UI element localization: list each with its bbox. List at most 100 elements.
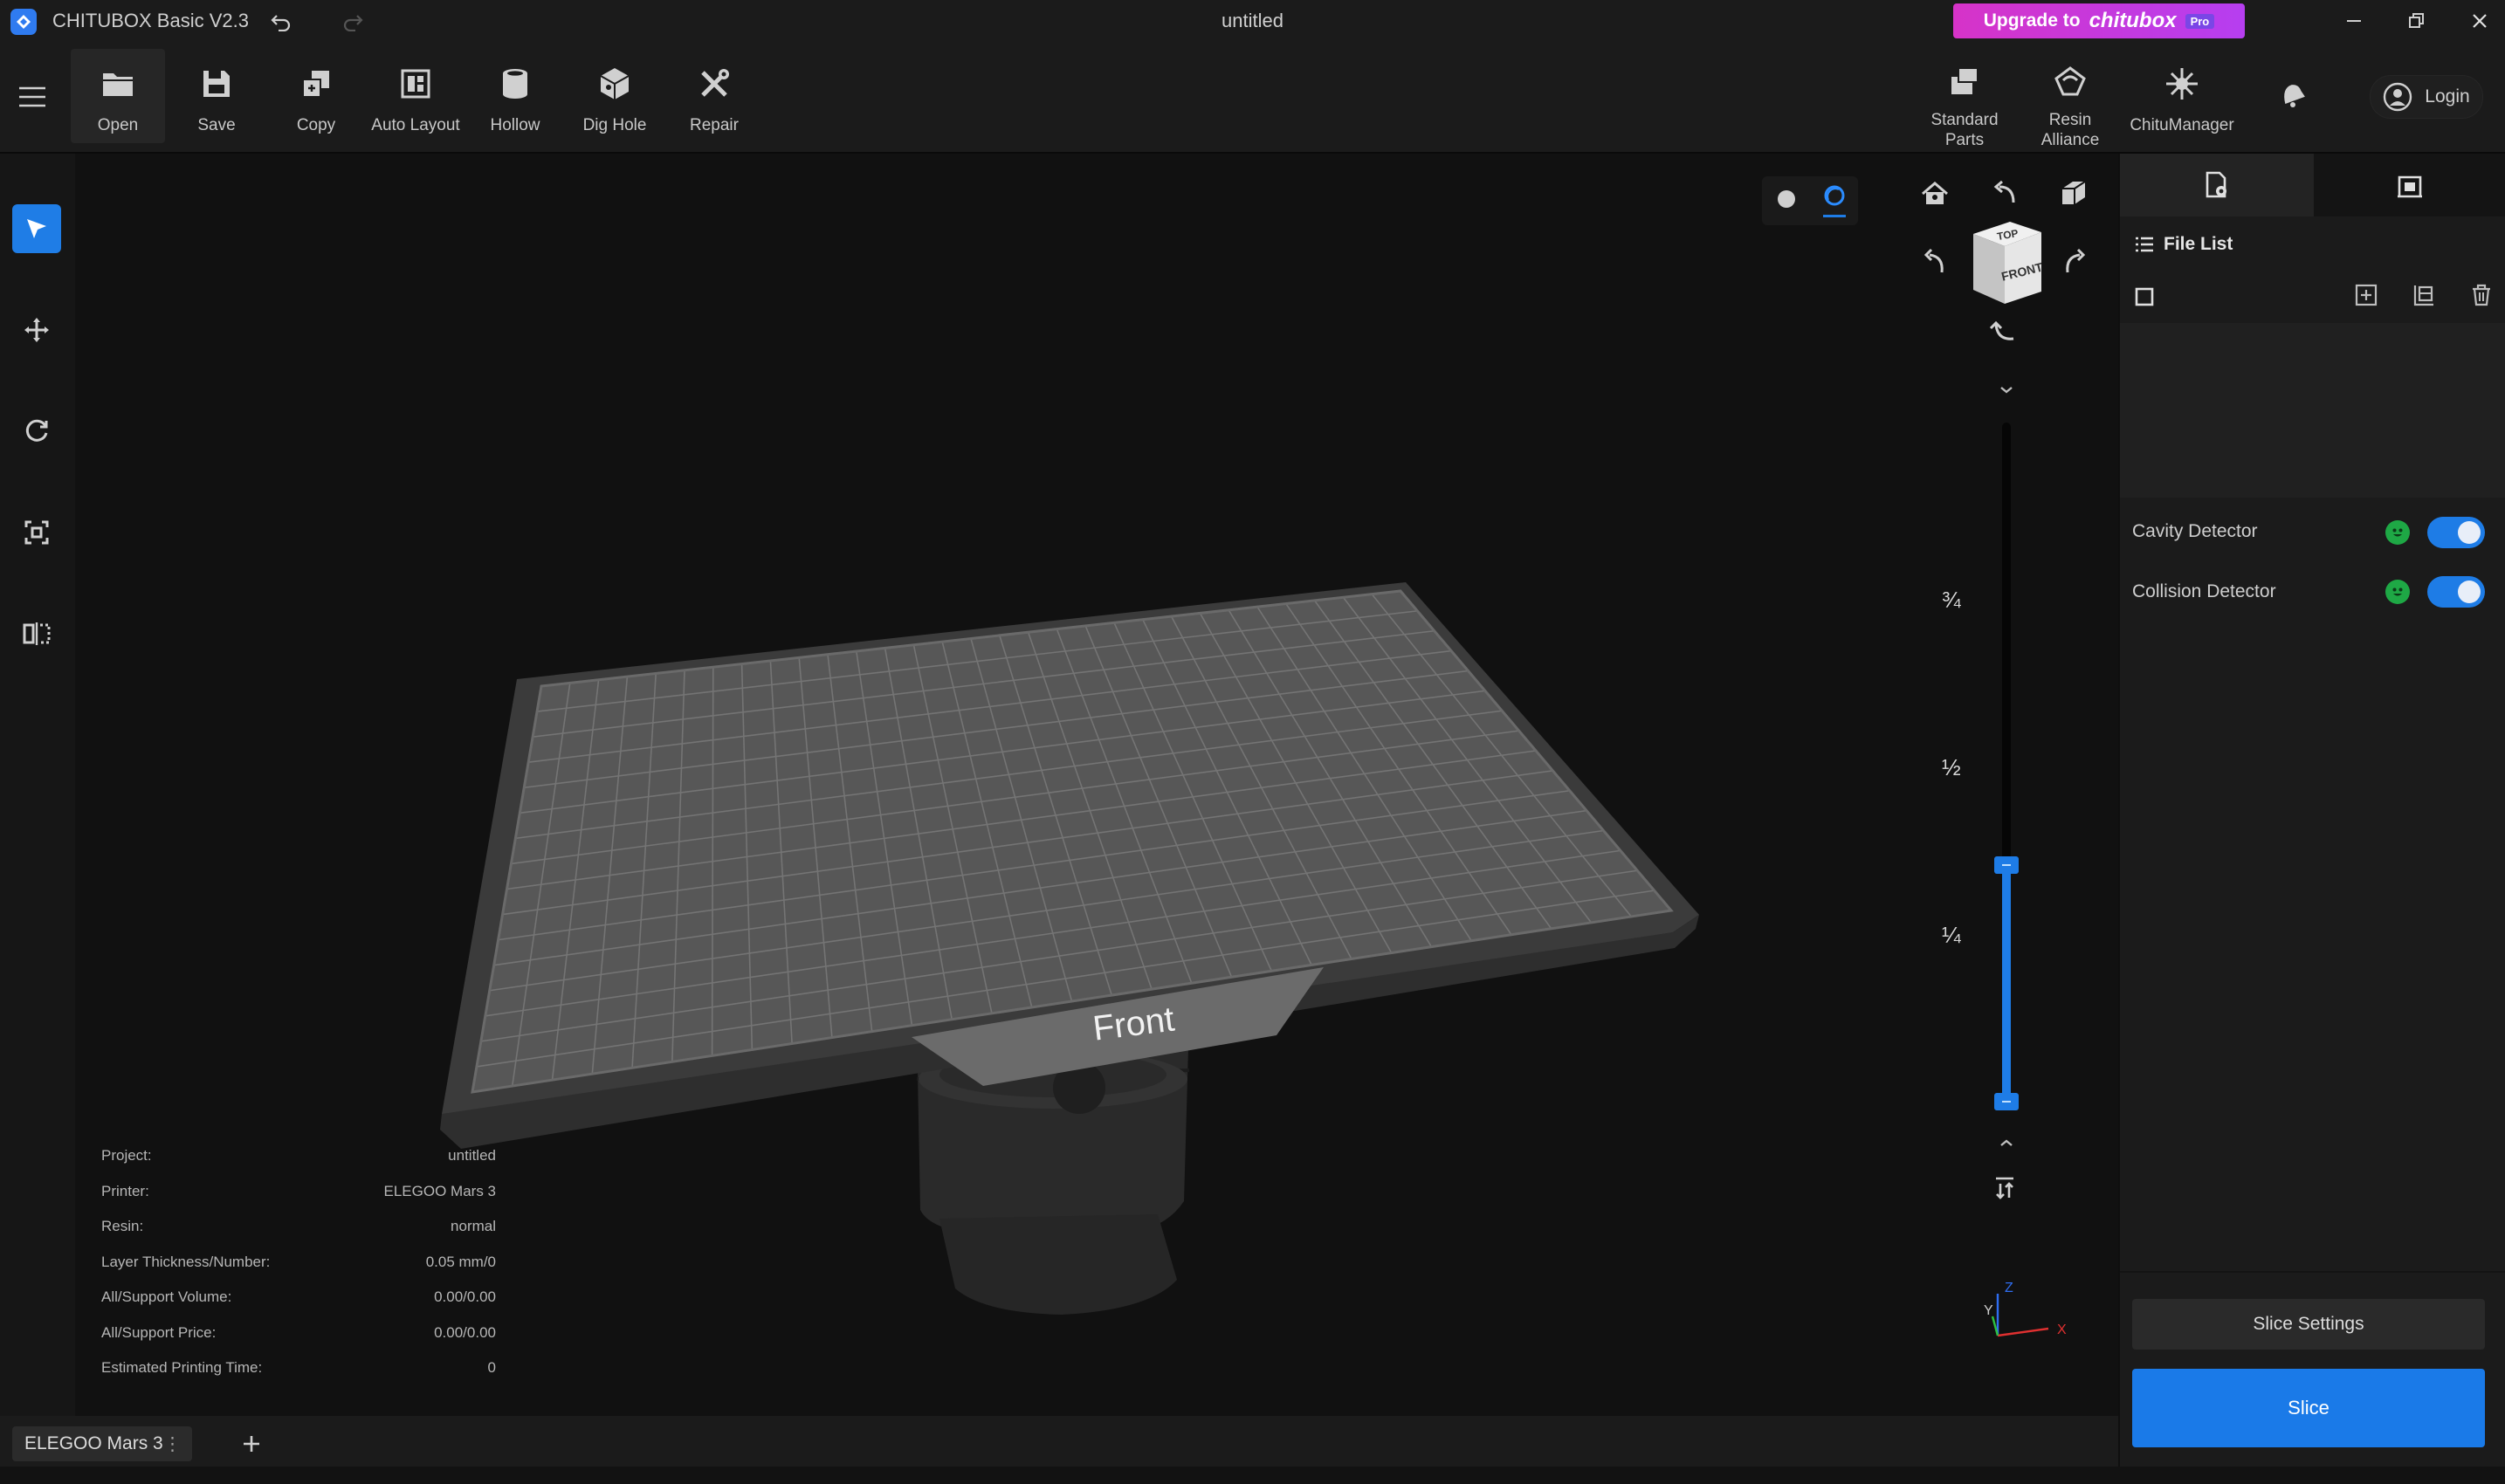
upgrade-button[interactable]: Upgrade to chitubox Pro: [1953, 3, 2245, 38]
rotate-icon: [25, 419, 48, 442]
slider-tick-half: ½: [1942, 754, 1961, 780]
slice-settings-button[interactable]: Slice Settings: [2132, 1299, 2485, 1350]
file-list-area[interactable]: [2120, 323, 2505, 498]
repair-button[interactable]: Repair: [667, 49, 761, 143]
rotate-up-button[interactable]: [1989, 178, 2024, 213]
add-printer-tab-button[interactable]: [234, 1426, 269, 1461]
close-button[interactable]: [2457, 3, 2502, 38]
dig-hole-button[interactable]: Dig Hole: [568, 49, 662, 143]
minimize-button[interactable]: [2331, 3, 2377, 38]
menu-button[interactable]: [17, 84, 49, 110]
auto-layout-label: Auto Layout: [371, 116, 460, 134]
perspective-button[interactable]: [2059, 178, 2094, 213]
repair-icon: [701, 69, 729, 97]
standard-parts-button[interactable]: Standard Parts: [1921, 49, 2008, 149]
login-button[interactable]: Login: [2370, 75, 2483, 119]
slider-reset-button[interactable]: [1991, 1173, 2022, 1205]
printer-tab-bar: [75, 1416, 2118, 1467]
move-icon: [24, 318, 49, 342]
scale-tool-button[interactable]: [12, 508, 61, 557]
printer-tab-label: ELEGOO Mars 3: [24, 1433, 163, 1453]
dig-hole-icon: [600, 68, 630, 100]
rotate-tool-button[interactable]: [12, 407, 61, 456]
trash-icon: [2473, 284, 2490, 306]
dig-hole-label: Dig Hole: [582, 116, 647, 134]
save-icon: [203, 71, 230, 97]
collision-detector-toggle[interactable]: [2427, 576, 2485, 608]
view-cube[interactable]: TOP FRONT: [1965, 216, 2048, 313]
tab-printer[interactable]: [2314, 154, 2505, 216]
printer-tab-menu[interactable]: ⋮: [163, 1433, 182, 1455]
restore-button[interactable]: [2394, 3, 2440, 38]
layer-slider-lower-handle[interactable]: [1994, 1093, 2019, 1110]
auto-layout-button[interactable]: Auto Layout: [368, 49, 463, 143]
info-row-price: All/Support Price: 0.00/0.00: [101, 1324, 496, 1360]
layer-slider-fill: [2002, 865, 2011, 1103]
close-icon: [2473, 14, 2487, 28]
minimize-icon: [2347, 20, 2361, 22]
printer-tab[interactable]: ELEGOO Mars 3 ⋮: [12, 1426, 192, 1461]
mirror-icon: [23, 622, 51, 645]
list-icon: [2134, 234, 2155, 259]
layout-file-button[interactable]: [2412, 283, 2440, 311]
axis-z-label: Z: [2005, 1281, 2013, 1295]
rotate-left-button[interactable]: [1919, 248, 1954, 283]
solid-mode-button[interactable]: [1775, 188, 1798, 215]
mirror-tool-button[interactable]: [12, 609, 61, 658]
info-row-time: Estimated Printing Time: 0: [101, 1359, 496, 1395]
select-tool-button[interactable]: [12, 204, 61, 253]
delete-file-button[interactable]: [2469, 283, 2497, 311]
info-row-printer: Printer: ELEGOO Mars 3: [101, 1183, 496, 1219]
axis-x-label: X: [2057, 1323, 2067, 1337]
user-icon: [2384, 82, 2412, 112]
copy-icon: [302, 71, 329, 98]
bell-icon: [2284, 85, 2305, 107]
resin-alliance-button[interactable]: Resin Alliance: [2019, 49, 2122, 149]
cavity-detector-label: Cavity Detector: [2132, 521, 2258, 541]
repair-label: Repair: [690, 116, 739, 134]
info-key: Project:: [101, 1147, 152, 1164]
slider-up-button[interactable]: [1992, 379, 2020, 402]
collision-detector-label: Collision Detector: [2132, 581, 2276, 601]
render-mode-switch: [1762, 176, 1858, 225]
axis-y-label: Y: [1984, 1303, 1993, 1318]
tab-file-settings[interactable]: [2120, 154, 2314, 216]
rotate-down-button[interactable]: [1989, 316, 2024, 351]
home-view-button[interactable]: [1919, 178, 1954, 213]
file-settings-icon: [2206, 171, 2226, 198]
smiley-icon: [2385, 580, 2410, 604]
home-icon: [1922, 182, 1948, 204]
chitumanager-button[interactable]: ChituManager: [2130, 49, 2234, 143]
open-label: Open: [97, 116, 139, 134]
info-row-resin: Resin: normal: [101, 1218, 496, 1254]
copy-button[interactable]: Copy: [269, 49, 363, 143]
select-all-checkbox[interactable]: [2134, 286, 2157, 309]
save-button[interactable]: Save: [169, 49, 264, 143]
move-tool-button[interactable]: [12, 306, 61, 354]
info-key: Resin:: [101, 1218, 144, 1234]
rotate-right-button[interactable]: [2059, 248, 2094, 283]
info-value: 0.05 mm/0: [425, 1253, 496, 1270]
slider-down-button[interactable]: [1992, 1131, 2020, 1154]
info-row-volume: All/Support Volume: 0.00/0.00: [101, 1288, 496, 1324]
info-key: Printer:: [101, 1182, 149, 1199]
save-label: Save: [197, 116, 236, 134]
resin-alliance-icon: [2054, 66, 2086, 96]
xray-mode-button[interactable]: [1822, 184, 1846, 217]
standard-parts-icon: [1951, 67, 1979, 94]
info-value: 0.00/0.00: [434, 1323, 496, 1341]
chevron-up-icon: [2000, 1139, 2013, 1146]
info-key: All/Support Price:: [101, 1323, 217, 1341]
swap-vertical-icon: [1996, 1177, 2013, 1199]
hollow-button[interactable]: Hollow: [468, 49, 562, 143]
chitumanager-icon: [2166, 68, 2198, 100]
add-file-button[interactable]: [2354, 283, 2382, 311]
curved-arrow-down-icon: [1989, 320, 2014, 340]
cavity-detector-toggle[interactable]: [2427, 517, 2485, 548]
open-button[interactable]: Open: [71, 49, 165, 143]
slice-button[interactable]: Slice: [2132, 1369, 2485, 1447]
notification-button[interactable]: [2275, 79, 2310, 113]
layer-slider-upper-handle[interactable]: [1994, 856, 2019, 874]
standard-parts-label: Standard Parts: [1930, 111, 1999, 149]
layout-icon: [2413, 285, 2433, 306]
